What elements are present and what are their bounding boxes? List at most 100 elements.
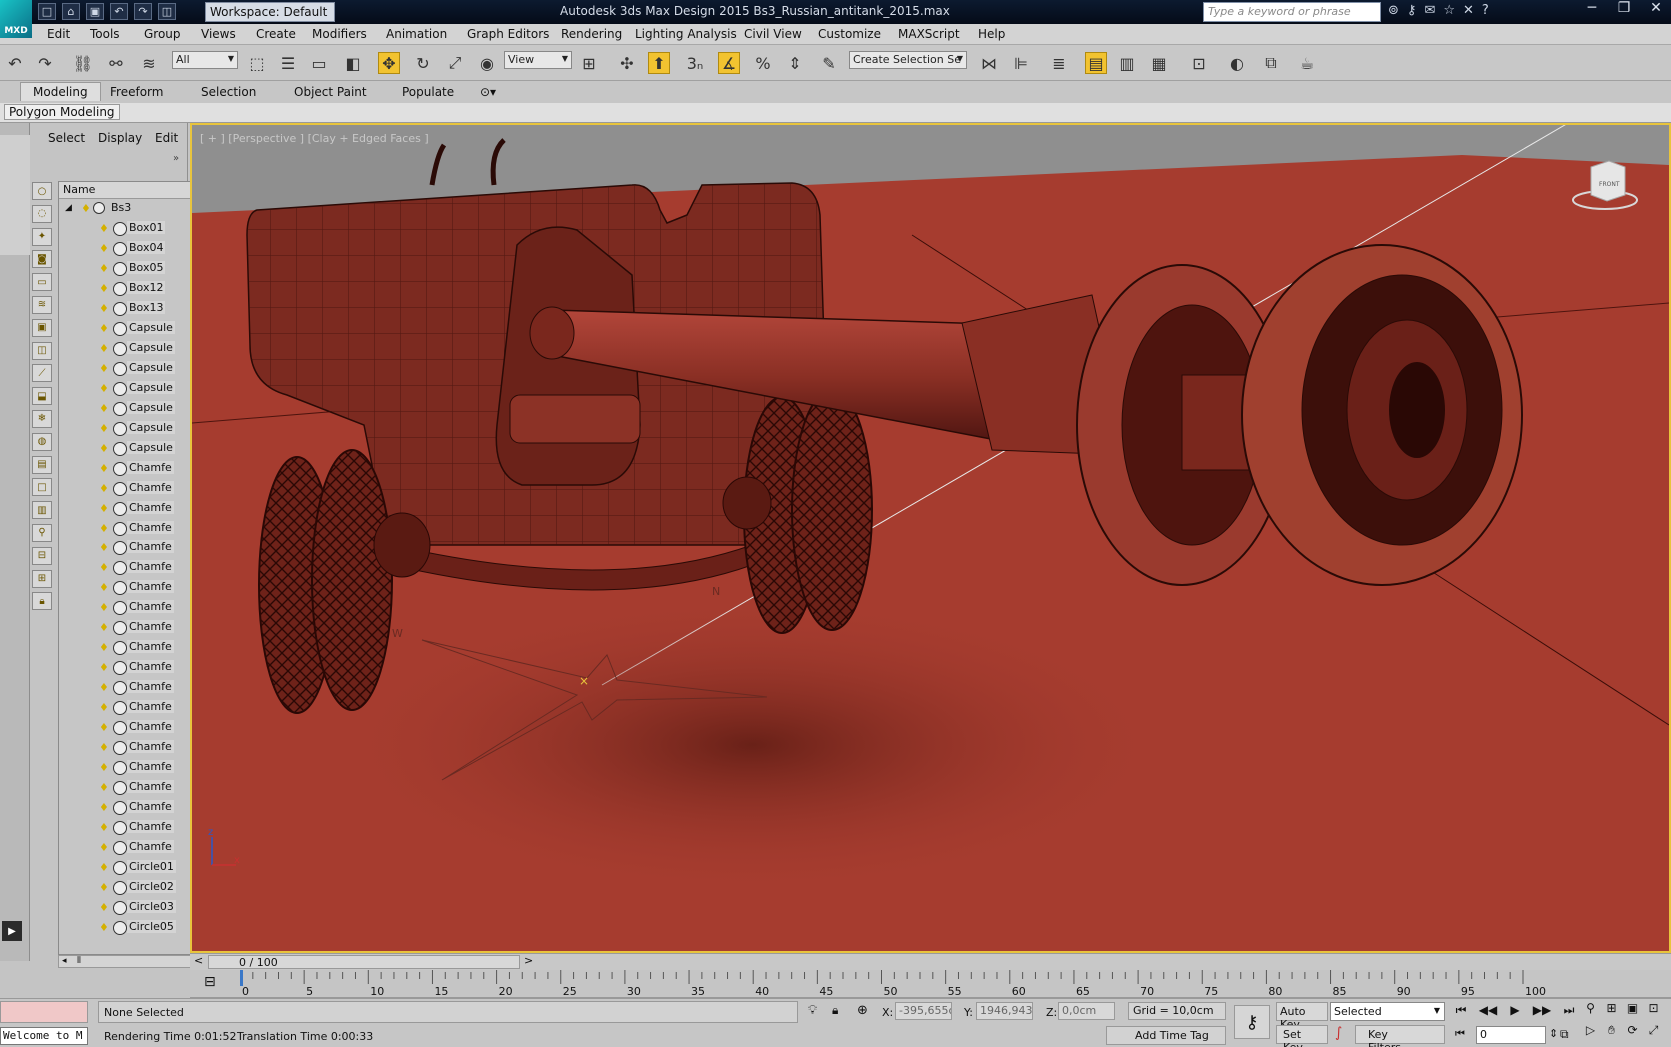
object-visibility-icon[interactable] (113, 860, 127, 875)
render-teapot-icon[interactable]: ☕ (1296, 52, 1318, 74)
current-frame-marker[interactable] (240, 970, 243, 986)
light-bulb-icon[interactable]: ♦ (99, 861, 109, 874)
redo-icon[interactable]: ↷ (134, 3, 152, 20)
set-keys-key-icon[interactable]: ⚷ (1234, 1005, 1270, 1039)
undo-icon[interactable]: ↶ (4, 52, 26, 74)
expand-triangle-icon[interactable]: ◢ (65, 203, 72, 213)
object-visibility-icon[interactable] (113, 681, 127, 696)
layer-manager-icon[interactable]: ≣ (1048, 52, 1070, 74)
light-bulb-icon[interactable]: ♦ (99, 681, 109, 694)
key-filters-button[interactable]: Key Filters... (1355, 1025, 1445, 1047)
viewcube[interactable]: FRONT (1569, 155, 1649, 215)
select-by-name-icon[interactable]: ☰ (277, 52, 299, 74)
light-bulb-icon[interactable]: ♦ (99, 522, 109, 535)
menu-customize[interactable]: Customize (818, 27, 881, 41)
object-visibility-icon[interactable] (113, 761, 127, 776)
object-visibility-icon[interactable] (113, 361, 127, 376)
polygon-modeling-panel[interactable]: Polygon Modeling (4, 104, 120, 120)
menu-lighting-analysis[interactable]: Lighting Analysis (635, 27, 737, 41)
light-bulb-icon[interactable]: ♦ (99, 242, 109, 255)
schematic-view-icon[interactable]: ⊡ (1188, 52, 1210, 74)
object-visibility-icon[interactable] (113, 321, 127, 336)
object-visibility-icon[interactable] (113, 261, 127, 276)
filter-geometry-icon[interactable]: ○ (32, 182, 52, 200)
object-visibility-icon[interactable] (113, 801, 127, 816)
object-visibility-icon[interactable] (113, 221, 127, 236)
light-bulb-icon[interactable]: ♦ (99, 502, 109, 515)
edit-named-selection-icon[interactable]: ✎ (818, 52, 840, 74)
menu-views[interactable]: Views (201, 27, 236, 41)
selection-filter-dropdown[interactable]: All ▼ (172, 51, 238, 69)
workspace-dropdown[interactable]: Workspace: Default ▾ (205, 2, 335, 33)
filter-hidden-icon[interactable]: ◍ (32, 432, 52, 451)
object-visibility-icon[interactable] (113, 581, 127, 596)
light-bulb-icon[interactable]: ♦ (99, 402, 109, 415)
light-bulb-icon[interactable]: ♦ (99, 362, 109, 375)
tab-modeling[interactable]: Modeling (20, 82, 101, 101)
menu-rendering[interactable]: Rendering (561, 27, 622, 41)
scroll-left-icon[interactable]: ◂ (62, 956, 67, 966)
z-coordinate-field[interactable]: 0,0cm (1058, 1002, 1115, 1020)
absolute-mode-icon[interactable]: ⊕ (857, 1003, 868, 1018)
filter-frozen-icon[interactable]: ❄ (32, 409, 52, 428)
unlink-selection-icon[interactable]: ⚯ (105, 52, 127, 74)
object-visibility-icon[interactable] (113, 821, 127, 836)
object-visibility-icon[interactable] (113, 561, 127, 576)
ribbon-options-icon[interactable]: ⊙▾ (480, 85, 496, 99)
track-bar[interactable]: ⊟ 0 5 10 15 20 25 30 35 40 45 50 55 60 65 70 75 80 85 90 95… (190, 970, 1671, 998)
light-bulb-icon[interactable]: ♦ (99, 581, 109, 594)
rectangular-selection-icon[interactable]: ▭ (308, 52, 330, 74)
filter-cameras-icon[interactable]: ◙ (32, 250, 52, 269)
menu-graph-editors[interactable]: Graph Editors (467, 27, 549, 41)
menu-modifiers[interactable]: Modifiers (312, 27, 367, 41)
light-bulb-icon[interactable]: ♦ (99, 422, 109, 435)
light-bulb-icon[interactable]: ♦ (99, 841, 109, 854)
frame-spinner-icon[interactable]: ⇕ (1549, 1027, 1558, 1040)
object-visibility-icon[interactable] (113, 621, 127, 636)
select-and-rotate-icon[interactable]: ↻ (412, 52, 434, 74)
reference-coordinate-dropdown[interactable]: View ▼ (504, 51, 572, 69)
spinner-snap-icon[interactable]: ⇕ (784, 52, 806, 74)
tab-object-paint[interactable]: Object Paint (294, 85, 367, 99)
key-icon[interactable]: ⚷ (1407, 3, 1417, 18)
light-bulb-icon[interactable]: ♦ (99, 442, 109, 455)
lock-icon[interactable]: 🔒︎ (32, 592, 52, 611)
perspective-viewport[interactable]: [ + ] [Perspective ] [Clay + Edged Faces… (190, 123, 1671, 953)
command-panel-tab[interactable] (0, 135, 30, 255)
filter-bones-icon[interactable]: ⟋ (32, 364, 52, 383)
light-bulb-icon[interactable]: ♦ (99, 661, 109, 674)
minimize-icon[interactable]: ─ (1581, 0, 1603, 16)
light-bulb-icon[interactable]: ♦ (99, 382, 109, 395)
object-visibility-icon[interactable] (113, 341, 127, 356)
go-to-start-icon[interactable]: ⏮ (1450, 1003, 1472, 1021)
light-bulb-icon[interactable]: ♦ (99, 741, 109, 754)
object-visibility-icon[interactable] (113, 521, 127, 536)
light-bulb-icon[interactable]: ♦ (99, 881, 109, 894)
object-visibility-icon[interactable] (113, 641, 127, 656)
filter-helpers-icon[interactable]: ▭ (32, 273, 52, 292)
render-setup-icon[interactable]: ⧉ (1260, 52, 1282, 74)
light-bulb-icon[interactable]: ♦ (99, 482, 109, 495)
light-bulb-icon[interactable]: ♦ (99, 641, 109, 654)
light-bulb-icon[interactable]: ♦ (99, 222, 109, 235)
orbit-icon[interactable]: ⟳ (1625, 1023, 1640, 1043)
tab-populate[interactable]: Populate (402, 85, 454, 99)
light-bulb-icon[interactable]: ♦ (99, 262, 109, 275)
time-slider-thumb[interactable]: 0 / 100 (208, 955, 520, 969)
use-pivot-point-icon[interactable]: ⊞ (578, 52, 600, 74)
object-visibility-icon[interactable] (113, 601, 127, 616)
light-bulb-icon[interactable]: ♦ (99, 282, 109, 295)
object-visibility-icon[interactable] (113, 281, 127, 296)
filter-xrefs-icon[interactable]: ◫ (32, 341, 52, 360)
material-editor-icon[interactable]: ◐ (1226, 52, 1248, 74)
light-bulb-icon[interactable]: ♦ (99, 462, 109, 475)
key-mode-toggle-icon[interactable]: ⏮ (1455, 1027, 1465, 1041)
named-selection-dropdown[interactable]: Create Selection Se ▼ (849, 51, 967, 69)
maxscript-mini-listener[interactable]: Welcome to M (0, 1027, 88, 1045)
find-icon[interactable]: ⚲ (32, 523, 52, 542)
light-bulb-icon[interactable]: ♦ (99, 901, 109, 914)
filter-shapes-icon[interactable]: ◌ (32, 204, 52, 223)
binoculars-icon[interactable]: ⊚ (1388, 3, 1399, 18)
time-configuration-icon[interactable]: ⧉ (1560, 1027, 1569, 1042)
snaps-toggle-icon[interactable]: 3ₙ (684, 52, 706, 74)
